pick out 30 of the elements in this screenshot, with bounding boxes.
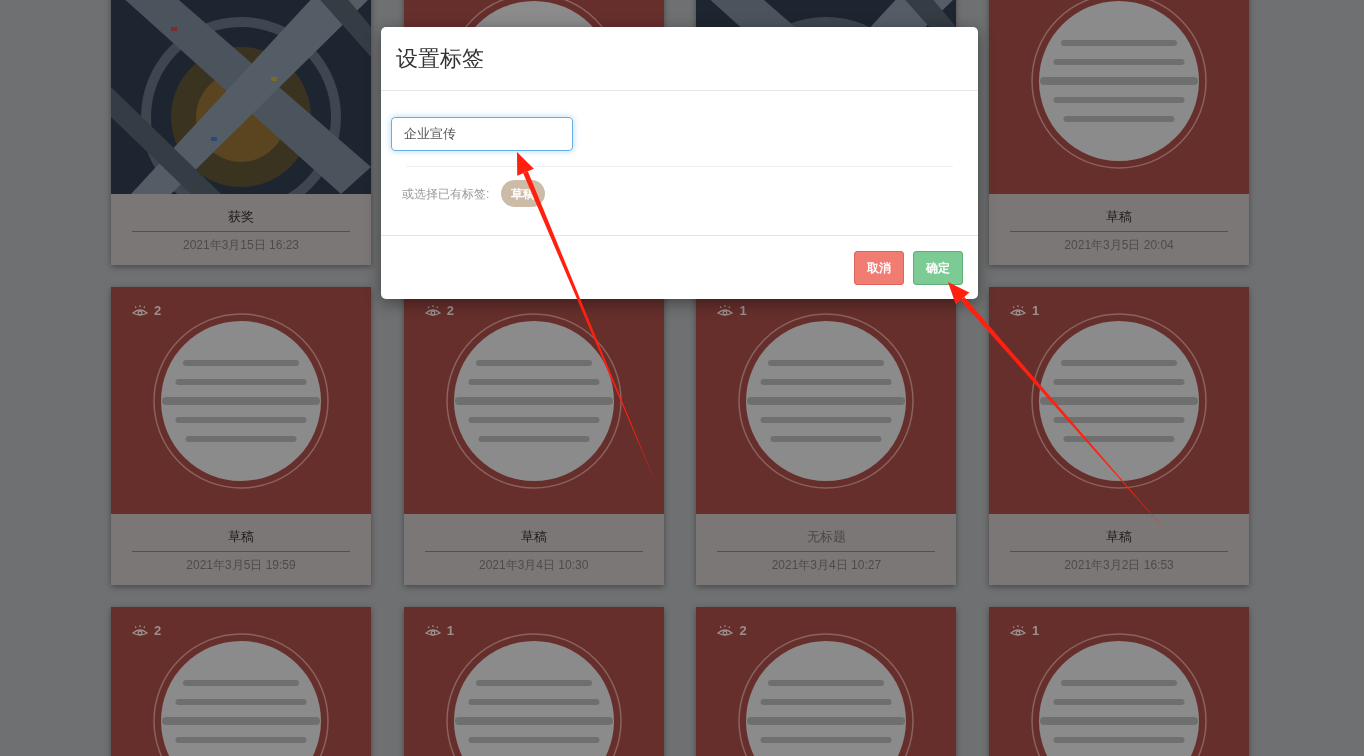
dialog-title: 设置标签 bbox=[396, 45, 484, 73]
view-count: 1 bbox=[446, 624, 454, 637]
view-count: 1 bbox=[1032, 624, 1040, 637]
view-count: 2 bbox=[446, 304, 454, 317]
eye-icon bbox=[717, 304, 734, 317]
view-count: 1 bbox=[1032, 304, 1040, 317]
eye-icon bbox=[1010, 624, 1027, 637]
card-title: 草稿 bbox=[1106, 208, 1133, 226]
view-count: 2 bbox=[154, 304, 162, 317]
confirm-button[interactable]: 确定 bbox=[913, 250, 963, 285]
card-title: 草稿 bbox=[520, 528, 547, 546]
existing-tags-label: 或选择已有标签: bbox=[402, 185, 490, 203]
article-card[interactable]: 1 bbox=[989, 607, 1250, 756]
eye-icon bbox=[132, 304, 148, 317]
view-count: 2 bbox=[154, 624, 162, 637]
eye-icon bbox=[132, 624, 148, 637]
card-title: 草稿 bbox=[228, 528, 254, 546]
article-card[interactable]: 1 bbox=[403, 607, 664, 756]
card-title: 草稿 bbox=[1106, 528, 1133, 546]
eye-icon bbox=[717, 624, 734, 637]
eye-icon bbox=[424, 624, 441, 637]
eye-icon bbox=[424, 304, 441, 317]
article-card[interactable]: 2 bbox=[111, 607, 371, 756]
cancel-button[interactable]: 取消 bbox=[854, 250, 904, 285]
view-count: 2 bbox=[739, 624, 747, 637]
tag-input[interactable]: 企业宣传 bbox=[391, 117, 573, 151]
article-card[interactable]: 2 bbox=[696, 607, 957, 756]
card-title: 获奖 bbox=[228, 208, 254, 226]
eye-icon bbox=[1010, 304, 1027, 317]
view-count: 1 bbox=[739, 304, 747, 317]
